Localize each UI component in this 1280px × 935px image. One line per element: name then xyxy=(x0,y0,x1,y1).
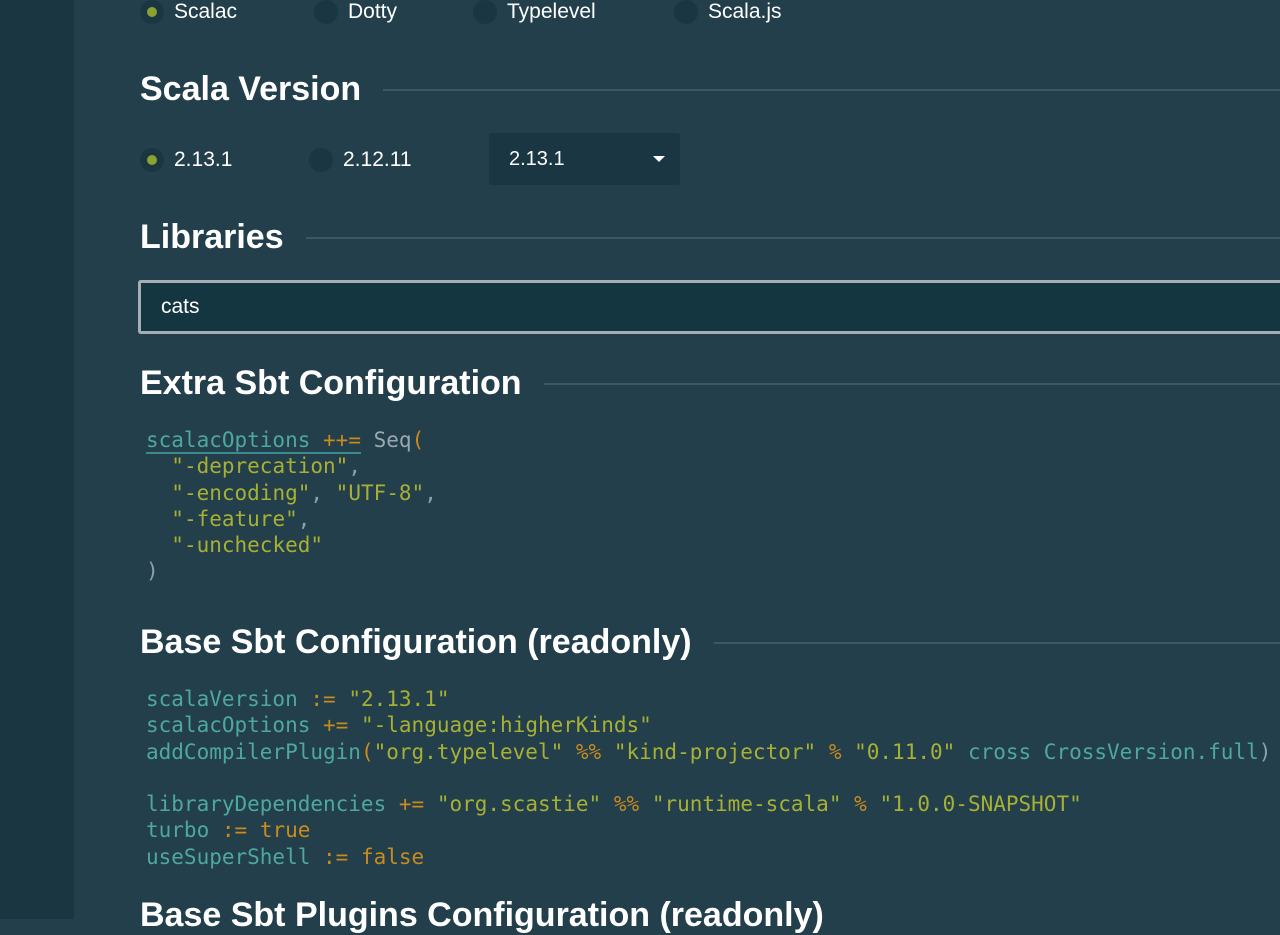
target-options: Scalac Dotty Typelevel Scala.js xyxy=(140,0,782,24)
chevron-down-icon xyxy=(653,156,665,162)
code-line: "-deprecation", xyxy=(171,454,361,479)
code-line: "-encoding", "UTF-8", xyxy=(171,480,437,505)
section-title: Extra Sbt Configuration xyxy=(140,364,522,402)
target-radio-scalajs[interactable]: Scala.js xyxy=(674,0,782,24)
version-label: 2.12.11 xyxy=(343,148,412,171)
radio-indicator xyxy=(309,148,333,172)
section-title: Base Sbt Configuration (readonly) xyxy=(140,623,692,661)
library-search-input[interactable] xyxy=(159,294,1263,320)
radio-indicator xyxy=(674,0,698,24)
code-line: turbo := true xyxy=(146,818,311,843)
target-label: Scalac xyxy=(174,0,238,23)
target-label: Typelevel xyxy=(507,0,596,23)
divider xyxy=(383,88,1280,91)
base-sbt-heading: Base Sbt Configuration (readonly) xyxy=(140,623,1280,662)
radio-indicator xyxy=(473,0,497,24)
version-label: 2.13.1 xyxy=(174,148,233,171)
library-search-box[interactable] xyxy=(138,280,1280,334)
libraries-heading: Libraries xyxy=(140,218,1280,257)
code-line: scalacOptions += "-language:higherKinds" xyxy=(146,713,652,738)
version-radio-2-13-1[interactable]: 2.13.1 xyxy=(140,148,309,172)
divider xyxy=(713,641,1280,644)
target-radio-typelevel[interactable]: Typelevel xyxy=(473,0,674,24)
sidebar xyxy=(0,0,74,919)
base-sbt-editor: scalaVersion := "2.13.1" scalacOptions +… xyxy=(146,686,1271,870)
code-line: scalacOptions ++= Seq( xyxy=(146,428,425,454)
scala-version-dropdown[interactable]: 2.13.1 xyxy=(489,133,680,185)
radio-indicator xyxy=(140,148,164,172)
extra-sbt-heading: Extra Sbt Configuration xyxy=(140,364,1280,403)
code-line: ) xyxy=(146,559,159,584)
code-line: addCompilerPlugin("org.typelevel" %% "ki… xyxy=(146,739,1272,764)
divider xyxy=(543,382,1280,385)
scala-version-heading: Scala Version xyxy=(140,70,1280,109)
radio-indicator xyxy=(314,0,338,24)
base-sbt-plugins-heading: Base Sbt Plugins Configuration (readonly… xyxy=(140,896,1280,935)
section-title: Scala Version xyxy=(140,70,362,108)
dropdown-value: 2.13.1 xyxy=(509,147,565,170)
radio-indicator xyxy=(140,0,164,24)
code-line: "-feature", xyxy=(171,506,311,531)
code-line: libraryDependencies += "org.scastie" %% … xyxy=(146,792,1082,817)
extra-sbt-editor[interactable]: scalacOptions ++= Seq( "-deprecation", "… xyxy=(146,427,437,585)
version-radio-2-12-11[interactable]: 2.12.11 xyxy=(309,148,412,172)
code-line: useSuperShell := false xyxy=(146,844,425,869)
target-label: Dotty xyxy=(348,0,398,23)
divider xyxy=(305,236,1280,239)
target-label: Scala.js xyxy=(708,0,782,23)
target-radio-scalac[interactable]: Scalac xyxy=(140,0,314,24)
section-title: Base Sbt Plugins Configuration (readonly… xyxy=(140,896,824,934)
section-title: Libraries xyxy=(140,218,284,256)
build-settings-panel: Scalac Dotty Typelevel Scala.js Scala Ve… xyxy=(74,0,1280,934)
scala-version-options: 2.13.1 2.12.11 xyxy=(140,148,412,172)
target-radio-dotty[interactable]: Dotty xyxy=(314,0,473,24)
code-line: "-unchecked" xyxy=(171,533,324,558)
code-line: scalaVersion := "2.13.1" xyxy=(146,687,450,711)
